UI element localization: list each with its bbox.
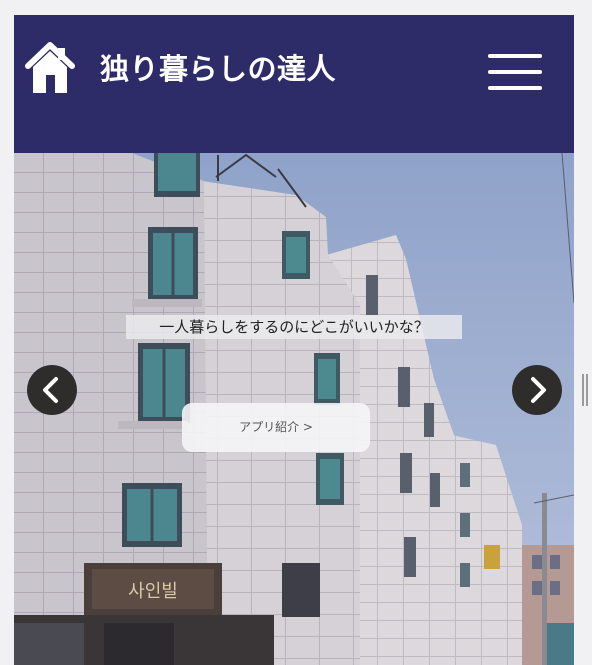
carousel-prev-button[interactable] [27, 365, 77, 415]
hamburger-menu-button[interactable] [488, 51, 546, 93]
chevron-left-icon [43, 377, 58, 403]
chevron-right-icon [531, 377, 546, 403]
app-frame: 独り暮らしの達人 사인빌 一人暮らしをするのにどこがいいかな？ アプリ紹介 > [14, 15, 574, 665]
carousel-caption: 一人暮らしをするのにどこがいいかな？ [126, 315, 462, 339]
shop-sign: 사인빌 [128, 581, 178, 602]
hamburger-menu-icon [488, 70, 542, 74]
home-icon[interactable] [24, 39, 76, 95]
app-header: 独り暮らしの達人 [14, 15, 574, 153]
hamburger-menu-icon [488, 54, 542, 58]
app-intro-button[interactable]: アプリ紹介 > [182, 403, 370, 452]
scrollbar-handle[interactable] [582, 374, 588, 406]
carousel-next-button[interactable] [512, 365, 562, 415]
hero-carousel: 사인빌 一人暮らしをするのにどこがいいかな？ アプリ紹介 > [14, 153, 574, 665]
hamburger-menu-icon [488, 86, 542, 90]
app-title: 独り暮らしの達人 [100, 52, 337, 86]
